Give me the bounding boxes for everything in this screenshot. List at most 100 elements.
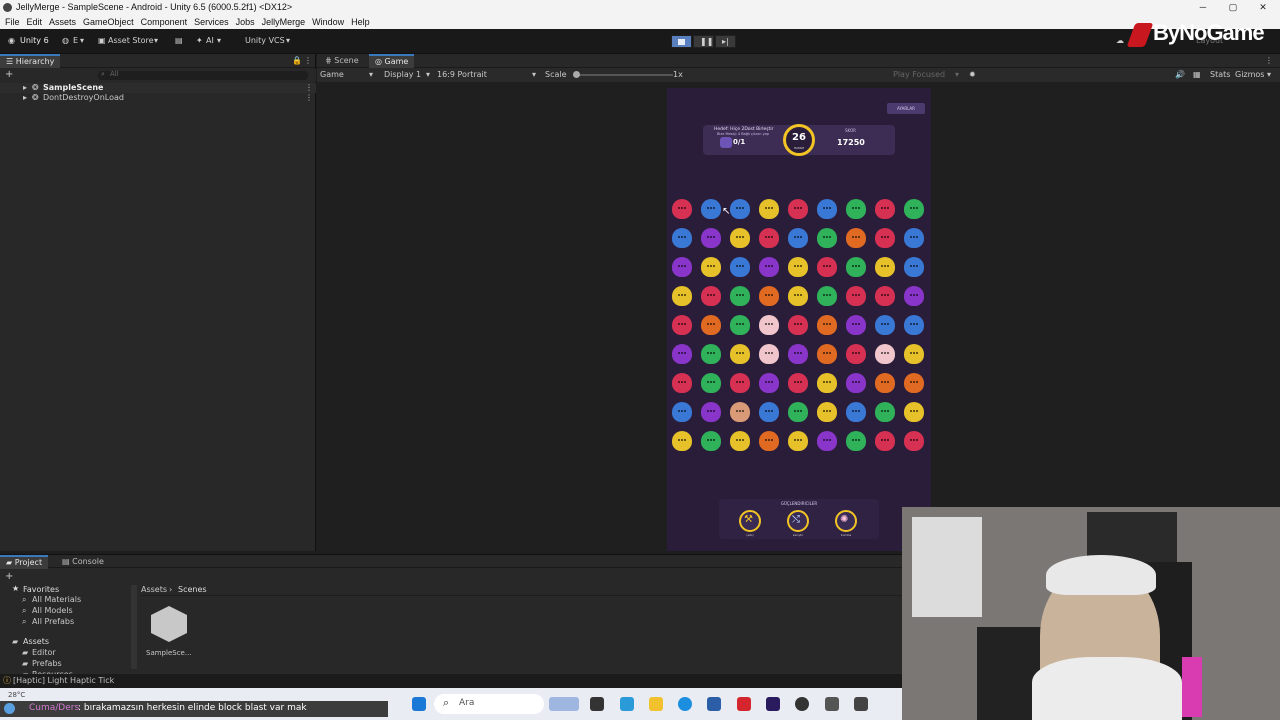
asset-store-button[interactable]: Asset Store: [108, 36, 154, 46]
jelly-cell[interactable]: [817, 402, 837, 422]
unity-hub-icon[interactable]: [825, 697, 839, 711]
jelly-cell[interactable]: [846, 344, 866, 364]
jelly-cell[interactable]: [701, 344, 721, 364]
jelly-cell[interactable]: [759, 228, 779, 248]
jelly-cell[interactable]: [730, 344, 750, 364]
maximize-button[interactable]: ▢: [1218, 0, 1248, 15]
jelly-cell[interactable]: [875, 286, 895, 306]
jelly-cell[interactable]: [846, 431, 866, 451]
close-button[interactable]: ✕: [1248, 0, 1278, 15]
tab-game[interactable]: ◎ Game: [369, 54, 415, 68]
add-icon[interactable]: +: [5, 69, 13, 80]
jelly-cell[interactable]: [904, 402, 924, 422]
jelly-cell[interactable]: [904, 344, 924, 364]
copilot-icon[interactable]: [620, 697, 634, 711]
jelly-cell[interactable]: [875, 344, 895, 364]
jelly-cell[interactable]: [817, 286, 837, 306]
jelly-cell[interactable]: [730, 199, 750, 219]
list-item[interactable]: ▸ ❂ DontDestroyOnLoad ⋮: [0, 93, 316, 103]
minimize-button[interactable]: ─: [1188, 0, 1218, 15]
jelly-cell[interactable]: [730, 431, 750, 451]
jelly-cell[interactable]: [788, 257, 808, 277]
jelly-cell[interactable]: [904, 228, 924, 248]
unity-scene-file-icon[interactable]: [151, 606, 187, 642]
expand-arrow-icon[interactable]: ▸: [23, 93, 27, 103]
vivaldi-icon[interactable]: [737, 697, 751, 711]
jelly-cell[interactable]: [846, 228, 866, 248]
unity-version-button[interactable]: Unity 6: [20, 36, 49, 46]
jelly-cell[interactable]: [701, 373, 721, 393]
jelly-cell[interactable]: [672, 257, 692, 277]
menu-help[interactable]: Help: [351, 17, 370, 27]
jelly-cell[interactable]: [759, 199, 779, 219]
assets-folder-label[interactable]: Assets: [23, 637, 49, 646]
jelly-cell[interactable]: [759, 286, 779, 306]
jelly-cell[interactable]: [817, 373, 837, 393]
speaker-icon[interactable]: 🔊: [1175, 68, 1185, 82]
jelly-cell[interactable]: [788, 402, 808, 422]
stats-button[interactable]: Stats: [1210, 68, 1230, 82]
play-button[interactable]: [671, 35, 692, 48]
jelly-cell[interactable]: [817, 431, 837, 451]
task-view-icon[interactable]: [590, 697, 604, 711]
package-icon[interactable]: ▤: [175, 36, 183, 46]
jelly-cell[interactable]: [759, 257, 779, 277]
fav-item[interactable]: All Prefabs: [32, 617, 74, 626]
jelly-cell[interactable]: [701, 257, 721, 277]
jelly-cell[interactable]: [730, 286, 750, 306]
premiere-icon[interactable]: [766, 697, 780, 711]
jelly-cell[interactable]: [730, 402, 750, 422]
menu-window[interactable]: Window: [312, 17, 344, 27]
breadcrumb-scenes[interactable]: Scenes: [178, 585, 207, 594]
jelly-cell[interactable]: [875, 257, 895, 277]
jelly-cell[interactable]: [730, 257, 750, 277]
windows-start-icon[interactable]: [412, 697, 426, 711]
tab-console[interactable]: ▤ Console: [56, 555, 110, 569]
jelly-cell[interactable]: [875, 315, 895, 335]
menu-component[interactable]: Component: [141, 17, 188, 27]
jelly-cell[interactable]: [701, 315, 721, 335]
more-icon[interactable]: ⋮: [305, 83, 313, 93]
jelly-cell[interactable]: [672, 431, 692, 451]
weather-value[interactable]: 28°C: [8, 691, 25, 699]
jelly-cell[interactable]: [875, 431, 895, 451]
menu-services[interactable]: Services: [194, 17, 229, 27]
ai-button[interactable]: AI: [206, 36, 214, 46]
jelly-cell[interactable]: [788, 344, 808, 364]
jelly-cell[interactable]: [817, 315, 837, 335]
jelly-cell[interactable]: [672, 228, 692, 248]
account-button[interactable]: E: [73, 36, 78, 46]
jelly-cell[interactable]: [759, 344, 779, 364]
menu-jobs[interactable]: Jobs: [236, 17, 255, 27]
jelly-cell[interactable]: [672, 373, 692, 393]
fav-item[interactable]: All Materials: [32, 595, 81, 604]
jelly-cell[interactable]: [701, 431, 721, 451]
asset-folder-item[interactable]: Editor: [32, 648, 56, 657]
list-item[interactable]: ▸ ❂ SampleScene ⋮: [0, 83, 316, 93]
tab-hierarchy[interactable]: ☰ Hierarchy: [0, 54, 61, 68]
menu-assets[interactable]: Assets: [49, 17, 76, 27]
status-text[interactable]: [Haptic] Light Haptic Tick: [13, 674, 114, 688]
jelly-cell[interactable]: [788, 199, 808, 219]
bomb-booster-button[interactable]: ✺: [835, 510, 857, 532]
more-icon[interactable]: ⋮: [305, 93, 313, 103]
jelly-cell[interactable]: [701, 228, 721, 248]
jelly-cell[interactable]: [904, 286, 924, 306]
jelly-cell[interactable]: [846, 199, 866, 219]
expand-arrow-icon[interactable]: ▸: [23, 83, 27, 93]
jelly-cell[interactable]: [875, 402, 895, 422]
menu-file[interactable]: File: [5, 17, 20, 27]
jelly-cell[interactable]: [759, 373, 779, 393]
widgets-icon[interactable]: [549, 697, 579, 711]
jelly-cell[interactable]: [904, 431, 924, 451]
jelly-cell[interactable]: [846, 402, 866, 422]
bug-icon[interactable]: ✹: [969, 68, 976, 82]
jelly-cell[interactable]: [701, 286, 721, 306]
jelly-cell[interactable]: [846, 373, 866, 393]
tab-scene[interactable]: ⋕ Scene: [319, 54, 365, 68]
jelly-cell[interactable]: [904, 315, 924, 335]
fav-item[interactable]: All Models: [32, 606, 73, 615]
jelly-cell[interactable]: [875, 199, 895, 219]
jelly-cell[interactable]: [788, 315, 808, 335]
jelly-cell[interactable]: [817, 199, 837, 219]
